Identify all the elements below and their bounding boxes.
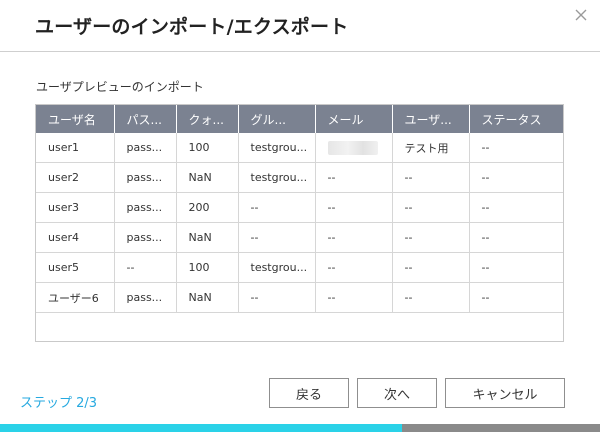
- redacted-email: [327, 140, 378, 155]
- table-row: user2 pass... NaN testgrou... -- -- --: [36, 162, 563, 193]
- cell-password: pass...: [114, 282, 177, 313]
- cell-password: pass...: [114, 222, 177, 253]
- table-row: user3 pass... 200 -- -- -- --: [36, 192, 563, 223]
- wizard-progress-fill: [0, 424, 402, 432]
- cell-status: --: [469, 282, 563, 313]
- cell-status: --: [469, 162, 563, 193]
- table-row: user5 -- 100 testgrou... -- -- --: [36, 252, 563, 283]
- cell-password: pass...: [114, 133, 177, 163]
- wizard-progress-bar: [0, 424, 600, 432]
- table-row: ユーザー6 pass... NaN -- -- -- --: [36, 282, 563, 313]
- column-header-username[interactable]: ユーザ名: [36, 105, 115, 133]
- cell-status: --: [469, 192, 563, 223]
- next-button[interactable]: 次へ: [357, 378, 437, 408]
- cell-username: user1: [36, 133, 115, 163]
- cell-status: --: [469, 222, 563, 253]
- column-header-email[interactable]: メール: [315, 105, 393, 133]
- cell-quota: NaN: [176, 162, 239, 193]
- cell-email: --: [315, 282, 393, 313]
- close-icon: [575, 9, 587, 21]
- cell-quota: NaN: [176, 282, 239, 313]
- cell-email: --: [315, 252, 393, 283]
- cell-password: pass...: [114, 162, 177, 193]
- cell-quota: 100: [176, 252, 239, 283]
- cell-password: pass...: [114, 192, 177, 223]
- cell-username: ユーザー6: [36, 282, 115, 313]
- cell-group: testgrou...: [238, 252, 316, 283]
- cell-username: user4: [36, 222, 115, 253]
- cell-user-description: --: [392, 282, 470, 313]
- cell-user-description: --: [392, 162, 470, 193]
- dialog-header: ユーザーのインポート/エクスポート: [0, 0, 600, 52]
- cell-group: testgrou...: [238, 162, 316, 193]
- cell-email: --: [315, 192, 393, 223]
- user-preview-table: ユーザ名 パス... クォ... グル... メール ユーザ... ステータス …: [35, 104, 564, 342]
- column-header-status[interactable]: ステータス: [469, 105, 563, 133]
- cell-group: --: [238, 192, 316, 223]
- cell-status: --: [469, 133, 563, 163]
- cell-username: user3: [36, 192, 115, 223]
- table-row: user1 pass... 100 testgrou... テスト用 --: [36, 133, 563, 163]
- cell-email: [315, 133, 393, 163]
- cell-status: --: [469, 252, 563, 283]
- cell-group: --: [238, 222, 316, 253]
- cell-quota: 100: [176, 133, 239, 163]
- step-indicator: ステップ 2/3: [20, 396, 98, 411]
- cell-user-description: --: [392, 192, 470, 223]
- table-header-row: ユーザ名 パス... クォ... グル... メール ユーザ... ステータス: [36, 105, 563, 133]
- cell-user-description: テスト用: [392, 133, 470, 163]
- cell-quota: 200: [176, 192, 239, 223]
- cell-username: user2: [36, 162, 115, 193]
- column-header-password[interactable]: パス...: [114, 105, 177, 133]
- cell-email: --: [315, 162, 393, 193]
- dialog-title: ユーザーのインポート/エクスポート: [35, 16, 349, 38]
- cell-user-description: --: [392, 252, 470, 283]
- close-button[interactable]: [570, 4, 592, 26]
- column-header-group[interactable]: グル...: [238, 105, 316, 133]
- import-export-dialog: ユーザーのインポート/エクスポート ユーザプレビューのインポート ユーザ名 パス…: [0, 0, 600, 432]
- column-header-quota[interactable]: クォ...: [176, 105, 239, 133]
- back-button[interactable]: 戻る: [269, 378, 349, 408]
- column-header-user-description[interactable]: ユーザ...: [392, 105, 470, 133]
- cell-password: --: [114, 252, 177, 283]
- cell-user-description: --: [392, 222, 470, 253]
- cell-username: user5: [36, 252, 115, 283]
- cell-quota: NaN: [176, 222, 239, 253]
- cell-email: --: [315, 222, 393, 253]
- table-row: user4 pass... NaN -- -- -- --: [36, 222, 563, 253]
- cell-group: --: [238, 282, 316, 313]
- section-label: ユーザプレビューのインポート: [36, 80, 204, 94]
- cell-group: testgrou...: [238, 133, 316, 163]
- cancel-button[interactable]: キャンセル: [445, 378, 565, 408]
